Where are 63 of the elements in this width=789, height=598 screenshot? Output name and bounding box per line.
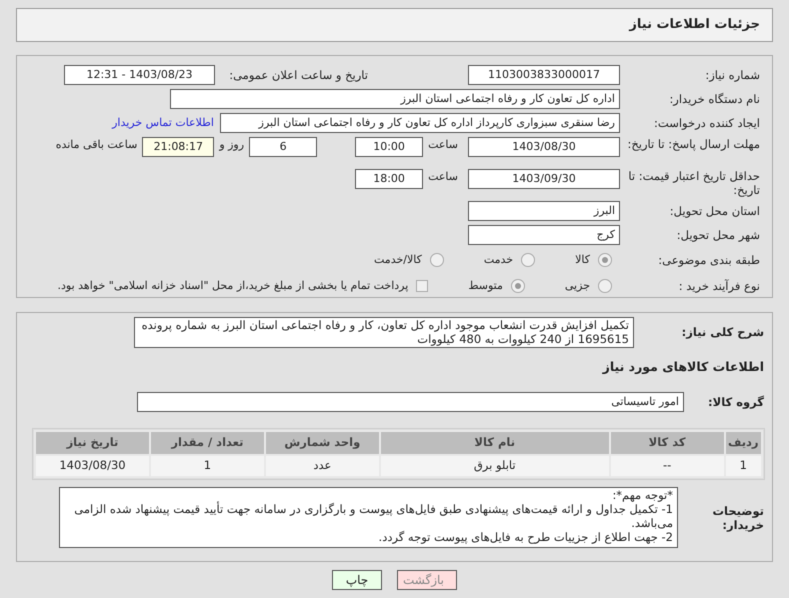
notes-textarea[interactable]: *توجه مهم*: 1- تکمیل جداول و ارائه قیمت‌های پیشنهادی طبق فایل‌های پیوست و بارگزاری در سامانه جهت تأیید قیمت پیشنهاد شده الزامی می‌باشد. 2- جهت اطلاع از جزییات طرح به فایل‌های پیوست توجه گردد. (59, 487, 678, 548)
field-label: شماره نیاز: (704, 68, 760, 82)
text-field[interactable]: 10:00 (355, 137, 424, 157)
column-header: کد کالا (610, 431, 725, 455)
field-label: طبقه بندی موضوعی: (657, 252, 760, 267)
field-label: شرح کلی نیاز: (680, 324, 764, 339)
field-label: نام دستگاه خریدار: (668, 92, 760, 106)
field-label: ساعت (428, 137, 458, 153)
column-header: تاریخ نیاز (35, 431, 150, 455)
text-field[interactable]: 1403/09/30 (468, 168, 620, 189)
print-button[interactable]: چاپ (332, 570, 382, 590)
table-cell: -- (610, 455, 725, 477)
text-field[interactable]: 1403/08/30 (468, 137, 620, 157)
text-field[interactable]: رضا سنقری سبزواری کارپرداز اداره کل تعاون کار و رفاه اجتماعی استان البرز (220, 113, 620, 133)
field-label: استان محل تحویل: (668, 204, 760, 218)
radio-label: متوسط (468, 278, 503, 294)
radio-label: خدمت (484, 252, 514, 268)
field-label: توضیحات خریدار: (712, 504, 764, 532)
field-label: مهلت ارسال پاسخ: تا تاریخ: (626, 137, 760, 151)
field-label: روز و (219, 137, 244, 153)
table-cell: 1 (724, 455, 762, 477)
text-field[interactable]: اداره کل تعاون کار و رفاه اجتماعی استان البرز (170, 89, 620, 109)
checkbox[interactable] (416, 280, 428, 292)
table-cell: عدد (264, 455, 380, 477)
text-field[interactable]: 21:08:17 (142, 137, 214, 157)
description-textarea[interactable]: تکمیل افزایش قدرت انشعاب موجود اداره کل تعاون، کار و رفاه اجتماعی استان البرز به شماره پرونده 1695615 از 240 کیلووات به 480 کیلووات (134, 317, 634, 348)
radio-label: جزیی (564, 278, 590, 294)
field-label: ایجاد کننده درخواست: (653, 116, 760, 130)
text-field[interactable]: کرج (468, 224, 620, 245)
radio-label: کالا/خدمت (374, 252, 422, 268)
column-header: نام کالا (380, 431, 610, 455)
radio-button[interactable] (510, 278, 525, 293)
contact-link[interactable]: اطلاعات تماس خریدار (112, 114, 214, 132)
table-cell: 1 (150, 455, 265, 477)
radio-button[interactable] (521, 252, 536, 267)
radio-label: کالا (575, 252, 590, 268)
radio-button[interactable] (598, 278, 612, 293)
table-cell: تابلو برق (380, 455, 610, 477)
table-cell: 1403/08/30 (35, 455, 150, 477)
field-label: حداقل تاریخ اعتبار قیمت: تا تاریخ: (627, 168, 760, 197)
notes-line: *توجه مهم*: (611, 488, 673, 502)
text-field[interactable]: البرز (468, 200, 620, 221)
radio-button[interactable] (430, 252, 444, 267)
text-field[interactable]: 6 (249, 137, 318, 157)
field-label: تاریخ و ساعت اعلان عمومی: (228, 68, 368, 82)
field-label: گروه کالا: (707, 395, 764, 409)
text-field[interactable]: 18:00 (355, 168, 424, 189)
page-title: جزئیات اطلاعات نیاز (629, 16, 760, 34)
field-label: شهر محل تحویل: (676, 228, 760, 242)
column-header: ردیف (724, 431, 762, 455)
column-header: واحد شمارش (264, 431, 380, 455)
checkbox-label: پرداخت تمام یا بخشی از مبلغ خرید،از محل "اسناد خزانه اسلامی" خواهد بود. (58, 278, 408, 294)
text-field[interactable]: 1403/08/23 - 12:31 (64, 65, 215, 85)
column-header: تعداد / مقدار (150, 431, 265, 455)
field-label: ساعت باقی مانده (56, 137, 138, 153)
notes-line: 1- تکمیل جداول و ارائه قیمت‌های پیشنهادی طبق فایل‌های پیوست و بارگزاری در سامانه جهت تأیید قیمت پیشنهاد شده الزامی می‌باشد. (73, 502, 673, 530)
radio-button[interactable] (598, 252, 612, 267)
field-label: نوع فرآیند خرید : (678, 278, 760, 293)
text-field[interactable]: امور تاسیساتی (137, 392, 684, 412)
text-field[interactable]: 1103003833000017 (468, 65, 620, 85)
section-title: اطلاعات کالاهای مورد نیاز (602, 359, 764, 374)
field-label: ساعت (428, 168, 458, 185)
notes-line: 2- جهت اطلاع از جزییات طرح به فایل‌های پیوست توجه گردد. (378, 530, 673, 544)
